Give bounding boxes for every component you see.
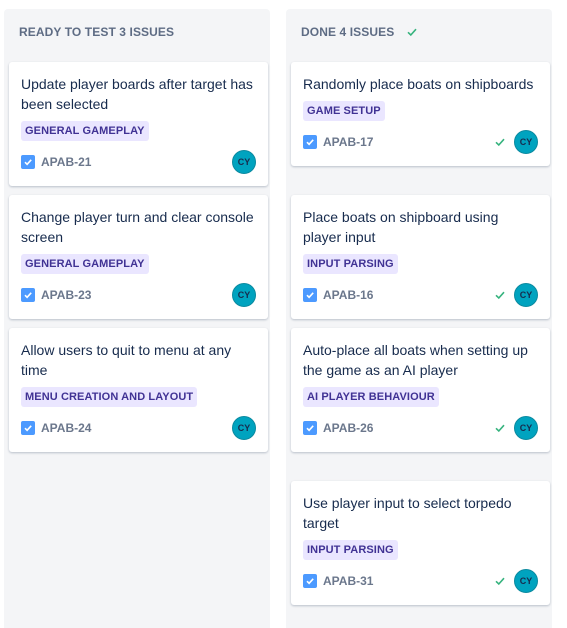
epic-tag[interactable]: GENERAL GAMEPLAY: [21, 121, 149, 141]
card-footer: APAB-23 CY: [21, 283, 256, 307]
task-type-icon: [21, 288, 35, 302]
card-footer: APAB-26 CY: [303, 416, 538, 440]
resolved-check-icon: [495, 424, 505, 433]
issue-card[interactable]: Randomly place boats on shipboards GAME …: [291, 62, 550, 166]
resolved-check-icon: [495, 291, 505, 300]
issue-card[interactable]: Allow users to quit to menu at any time …: [9, 328, 268, 452]
issue-key[interactable]: APAB-31: [323, 574, 373, 588]
issue-key[interactable]: APAB-24: [41, 421, 91, 435]
assignee-avatar[interactable]: CY: [514, 130, 538, 154]
assignee-avatar[interactable]: CY: [514, 283, 538, 307]
issue-key[interactable]: APAB-23: [41, 288, 91, 302]
card-footer: APAB-17 CY: [303, 130, 538, 154]
epic-tag[interactable]: AI PLAYER BEHAVIOUR: [303, 387, 439, 407]
resolved-check-icon: [495, 138, 505, 147]
issue-card[interactable]: Change player turn and clear console scr…: [9, 195, 268, 319]
epic-tag[interactable]: INPUT PARSING: [303, 540, 398, 560]
epic-tag[interactable]: INPUT PARSING: [303, 254, 398, 274]
issue-card[interactable]: Update player boards after target has be…: [9, 62, 268, 186]
column-done-check-icon: [407, 28, 417, 37]
issue-card[interactable]: Auto-place all boats when setting up the…: [291, 328, 550, 452]
card-footer: APAB-24 CY: [21, 416, 256, 440]
task-type-icon: [303, 135, 317, 149]
column-header: READY TO TEST 3 ISSUES: [4, 9, 270, 55]
issue-key[interactable]: APAB-16: [323, 288, 373, 302]
column-title: READY TO TEST 3 ISSUES: [19, 25, 175, 39]
card-title: Allow users to quit to menu at any time: [21, 342, 232, 378]
issue-key[interactable]: APAB-17: [323, 135, 373, 149]
card-title: Use player input to select torpedo targe…: [303, 495, 512, 531]
card-title: Place boats on shipboard using player in…: [303, 209, 499, 245]
task-type-icon: [21, 421, 35, 435]
issue-card[interactable]: Place boats on shipboard using player in…: [291, 195, 550, 319]
task-type-icon: [303, 288, 317, 302]
column-ready-to-test: READY TO TEST 3 ISSUES Update player boa…: [4, 9, 270, 628]
issue-key[interactable]: APAB-26: [323, 421, 373, 435]
assignee-avatar[interactable]: CY: [514, 416, 538, 440]
issue-card[interactable]: Use player input to select torpedo targe…: [291, 481, 550, 605]
resolved-check-icon: [495, 577, 505, 586]
card-title: Auto-place all boats when setting up the…: [303, 342, 528, 378]
epic-tag[interactable]: GAME SETUP: [303, 101, 385, 121]
column-done: DONE 4 ISSUES Randomly place boats on sh…: [286, 9, 552, 628]
assignee-avatar[interactable]: CY: [514, 569, 538, 593]
card-footer: APAB-21 CY: [21, 150, 256, 174]
assignee-avatar[interactable]: CY: [232, 416, 256, 440]
task-type-icon: [303, 574, 317, 588]
card-footer: APAB-16 CY: [303, 283, 538, 307]
card-title: Change player turn and clear console scr…: [21, 209, 254, 245]
card-title: Update player boards after target has be…: [21, 76, 253, 112]
column-title: DONE 4 ISSUES: [301, 25, 395, 39]
column-header: DONE 4 ISSUES: [286, 9, 552, 55]
issue-key[interactable]: APAB-21: [41, 155, 91, 169]
card-title: Randomly place boats on shipboards: [303, 76, 534, 92]
task-type-icon: [21, 155, 35, 169]
epic-tag[interactable]: MENU CREATION AND LAYOUT: [21, 387, 198, 407]
assignee-avatar[interactable]: CY: [232, 283, 256, 307]
epic-tag[interactable]: GENERAL GAMEPLAY: [21, 254, 149, 274]
assignee-avatar[interactable]: CY: [232, 150, 256, 174]
card-footer: APAB-31 CY: [303, 569, 538, 593]
task-type-icon: [303, 421, 317, 435]
